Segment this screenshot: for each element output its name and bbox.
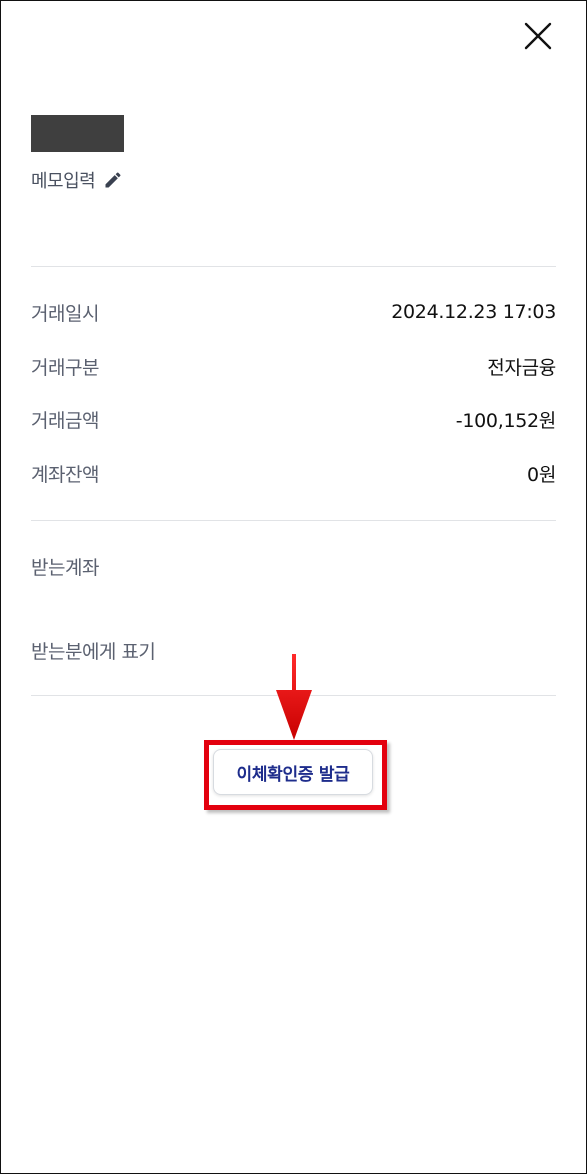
recipient-display-label: 받는분에게 표기 — [31, 641, 156, 663]
arrow-down-icon — [276, 654, 312, 740]
detail-row-transaction-type: 거래구분 전자금융 — [31, 351, 556, 381]
detail-label: 거래구분 — [31, 356, 99, 379]
receiving-account-label: 받는계좌 — [31, 557, 99, 579]
detail-row-transaction-datetime: 거래일시 2024.12.23 17:03 — [31, 297, 556, 327]
memo-input-button[interactable]: 메모입력 — [31, 167, 123, 193]
detail-row-account-balance: 계좌잔액 0원 — [31, 458, 556, 488]
detail-row-transaction-amount: 거래금액 -100,152원 — [31, 404, 556, 434]
detail-value: 2024.12.23 17:03 — [391, 301, 556, 323]
masked-account-name — [31, 115, 124, 152]
detail-label: 거래일시 — [31, 302, 99, 325]
divider — [31, 520, 556, 521]
detail-label: 계좌잔액 — [31, 463, 99, 486]
detail-value: -100,152원 — [455, 409, 557, 432]
divider — [31, 266, 556, 267]
pencil-icon — [105, 172, 121, 188]
detail-label: 거래금액 — [31, 409, 99, 432]
close-button[interactable] — [520, 18, 556, 54]
close-icon — [524, 22, 552, 50]
memo-label: 메모입력 — [31, 171, 96, 192]
detail-value: 전자금융 — [487, 356, 556, 379]
detail-value: 0원 — [527, 463, 556, 486]
issue-transfer-confirmation-button[interactable]: 이체확인증 발급 — [213, 749, 373, 795]
